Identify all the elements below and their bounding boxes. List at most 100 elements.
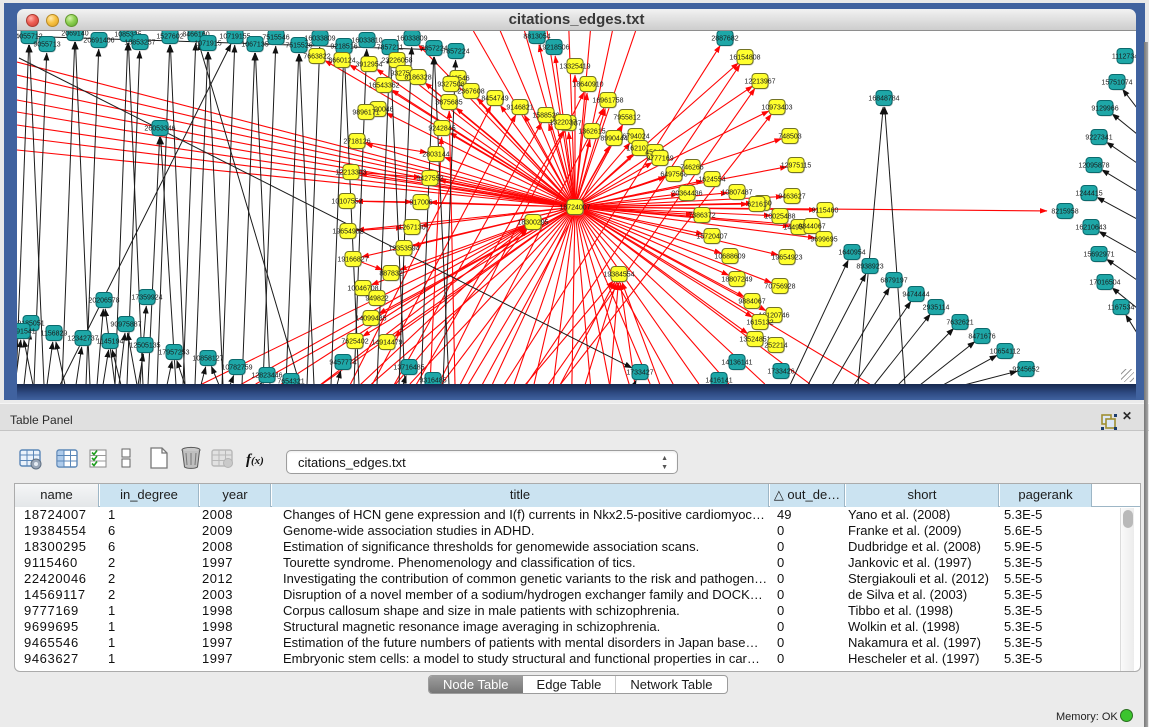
svg-text:10807487: 10807487	[721, 190, 752, 197]
svg-text:23226058: 23226058	[381, 58, 412, 65]
svg-text:19654982: 19654982	[332, 229, 363, 236]
svg-text:16154808: 16154808	[729, 55, 760, 62]
svg-text:7515546: 7515546	[262, 35, 289, 42]
svg-text:746266: 746266	[680, 165, 703, 172]
svg-text:9699695: 9699695	[810, 237, 837, 244]
svg-text:70756928: 70756928	[764, 284, 795, 291]
svg-text:1112734: 1112734	[1112, 54, 1136, 61]
svg-text:7663822: 7663822	[303, 54, 330, 61]
svg-text:2718126: 2718126	[343, 139, 370, 146]
svg-text:1267130: 1267130	[398, 225, 425, 232]
svg-text:1071915: 1071915	[194, 41, 221, 48]
svg-text:1640954: 1640954	[838, 250, 865, 257]
svg-text:12213383: 12213383	[335, 170, 366, 177]
svg-text:20364436: 20364436	[671, 191, 702, 198]
svg-text:9457774: 9457774	[329, 360, 356, 367]
svg-text:3875685: 3875685	[435, 100, 462, 107]
svg-text:9129966: 9129966	[1091, 106, 1118, 113]
svg-text:10688609: 10688609	[714, 254, 745, 261]
svg-text:18640910: 18640910	[572, 82, 603, 89]
svg-text:8471676: 8471676	[968, 334, 995, 341]
svg-text:252214: 252214	[764, 343, 787, 350]
svg-text:14914479: 14914479	[371, 340, 402, 347]
svg-text:1733427: 1733427	[626, 370, 653, 377]
svg-text:7955812: 7955812	[613, 115, 640, 122]
svg-text:f(x): f(x)	[246, 452, 264, 468]
svg-text:6879197: 6879197	[880, 278, 907, 285]
svg-text:16543362: 16543362	[368, 83, 399, 90]
svg-text:9327508: 9327508	[437, 82, 464, 89]
svg-text:20206578: 20206578	[88, 298, 119, 305]
svg-text:1167534: 1167534	[1108, 305, 1135, 312]
svg-text:10853257: 10853257	[124, 40, 155, 47]
svg-text:1362615: 1362615	[578, 129, 605, 136]
svg-text:13716485: 13716485	[393, 365, 424, 372]
svg-text:7857211: 7857211	[377, 45, 404, 52]
svg-text:8454749: 8454749	[481, 96, 508, 103]
svg-text:9777169: 9777169	[646, 156, 673, 163]
svg-text:9474444: 9474444	[902, 292, 929, 299]
svg-text:1244415: 1244415	[1075, 191, 1102, 198]
svg-text:17957253: 17957253	[158, 350, 189, 357]
svg-text:1067135: 1067135	[241, 42, 268, 49]
svg-text:19218506: 19218506	[538, 45, 569, 52]
svg-text:3912954: 3912954	[355, 62, 382, 69]
svg-text:16033809: 16033809	[304, 36, 335, 43]
svg-text:9884067: 9884067	[738, 299, 765, 306]
svg-text:8660124: 8660124	[328, 58, 355, 65]
svg-text:1322037: 1322037	[549, 120, 576, 127]
svg-text:8813054: 8813054	[523, 34, 550, 41]
svg-text:12213967: 12213967	[744, 79, 775, 86]
svg-text:9427552: 9427552	[416, 176, 443, 183]
svg-text:949822: 949822	[365, 296, 388, 303]
svg-text:9896171: 9896171	[352, 110, 379, 117]
svg-text:10973403: 10973403	[761, 105, 792, 112]
svg-text:18724007: 18724007	[559, 205, 590, 212]
svg-text:19654923: 19654923	[771, 255, 802, 262]
svg-text:2887682: 2887682	[711, 36, 738, 43]
svg-text:8186328: 8186328	[404, 75, 431, 82]
svg-text:2803144: 2803144	[422, 152, 449, 159]
svg-text:9391541: 9391541	[17, 329, 36, 336]
svg-text:16210643: 16210643	[1075, 225, 1106, 232]
svg-text:16848784: 16848784	[868, 96, 899, 103]
svg-text:17359924: 17359924	[131, 295, 162, 302]
svg-text:12342737: 12342737	[67, 336, 98, 343]
svg-text:12505135: 12505135	[129, 343, 160, 350]
svg-text:1615132: 1615132	[746, 320, 773, 327]
svg-text:10654112: 10654112	[990, 349, 1021, 356]
svg-text:16033809: 16033809	[396, 36, 427, 43]
svg-text:10858127: 10858127	[192, 356, 223, 363]
svg-text:9055713: 9055713	[33, 42, 60, 49]
svg-text:13325419: 13325419	[559, 64, 590, 71]
svg-text:10025488: 10025488	[764, 214, 795, 221]
svg-text:18300295: 18300295	[517, 220, 548, 227]
svg-text:19384554: 19384554	[603, 272, 634, 279]
svg-text:9115460: 9115460	[812, 208, 839, 215]
svg-text:1624554: 1624554	[698, 177, 725, 184]
svg-text:1145194: 1145194	[97, 339, 124, 346]
svg-text:9844067: 9844067	[798, 224, 825, 231]
svg-text:12975115: 12975115	[781, 163, 812, 170]
svg-text:7386372: 7386372	[688, 213, 715, 220]
svg-text:9245652: 9245652	[1012, 367, 1039, 374]
svg-text:7857224: 7857224	[442, 49, 469, 56]
svg-text:8938923: 8938923	[856, 264, 883, 271]
svg-text:12095878: 12095878	[1078, 163, 1109, 170]
svg-text:9146821: 9146821	[506, 105, 533, 112]
svg-text:9227341: 9227341	[1085, 135, 1112, 142]
svg-text:7515526: 7515526	[285, 43, 312, 50]
svg-text:1733426: 1733426	[767, 369, 794, 376]
svg-text:90975887: 90975887	[110, 322, 141, 329]
svg-text:8215958: 8215958	[1051, 209, 1078, 216]
svg-text:14136141: 14136141	[721, 360, 752, 367]
svg-text:2935114: 2935114	[923, 305, 950, 312]
svg-text:9242845: 9242845	[428, 126, 455, 133]
svg-text:15720407: 15720407	[696, 234, 727, 241]
svg-text:887832: 887832	[379, 271, 402, 278]
svg-text:16961758: 16961758	[592, 98, 623, 105]
svg-text:748503: 748503	[778, 134, 801, 141]
svg-text:1156829: 1156829	[41, 331, 68, 338]
svg-text:19166827: 19166827	[337, 257, 368, 264]
svg-text:15692971: 15692971	[1083, 252, 1114, 259]
